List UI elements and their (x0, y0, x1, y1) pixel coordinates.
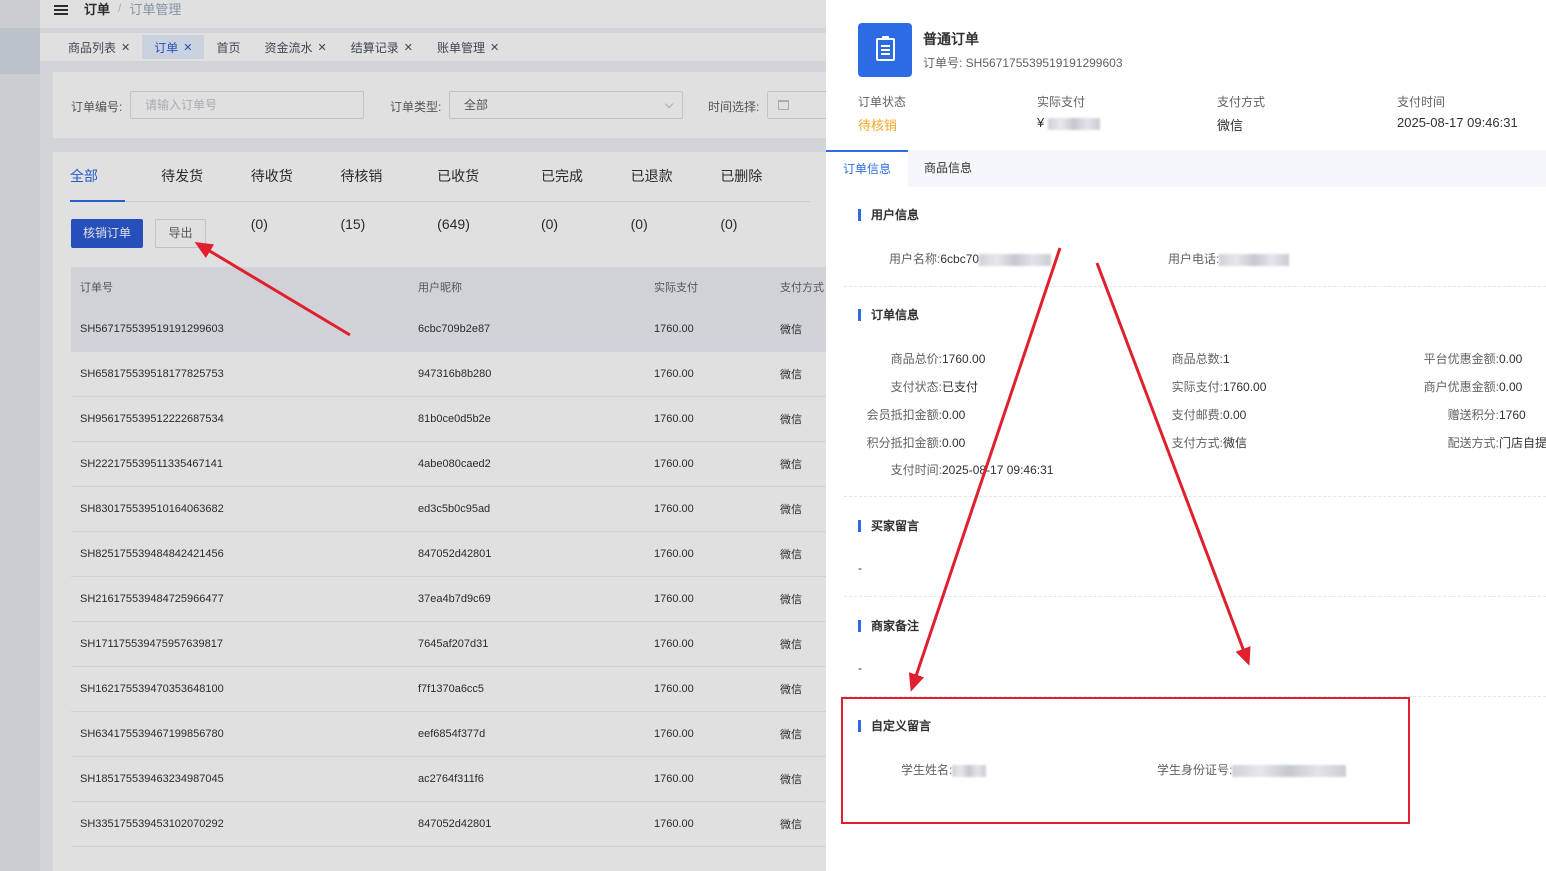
arrow-to-export (194, 241, 351, 337)
arrow-to-custom-right (1095, 262, 1251, 666)
annotation-arrows (194, 241, 1251, 692)
arrow-to-custom-left (908, 247, 1062, 692)
